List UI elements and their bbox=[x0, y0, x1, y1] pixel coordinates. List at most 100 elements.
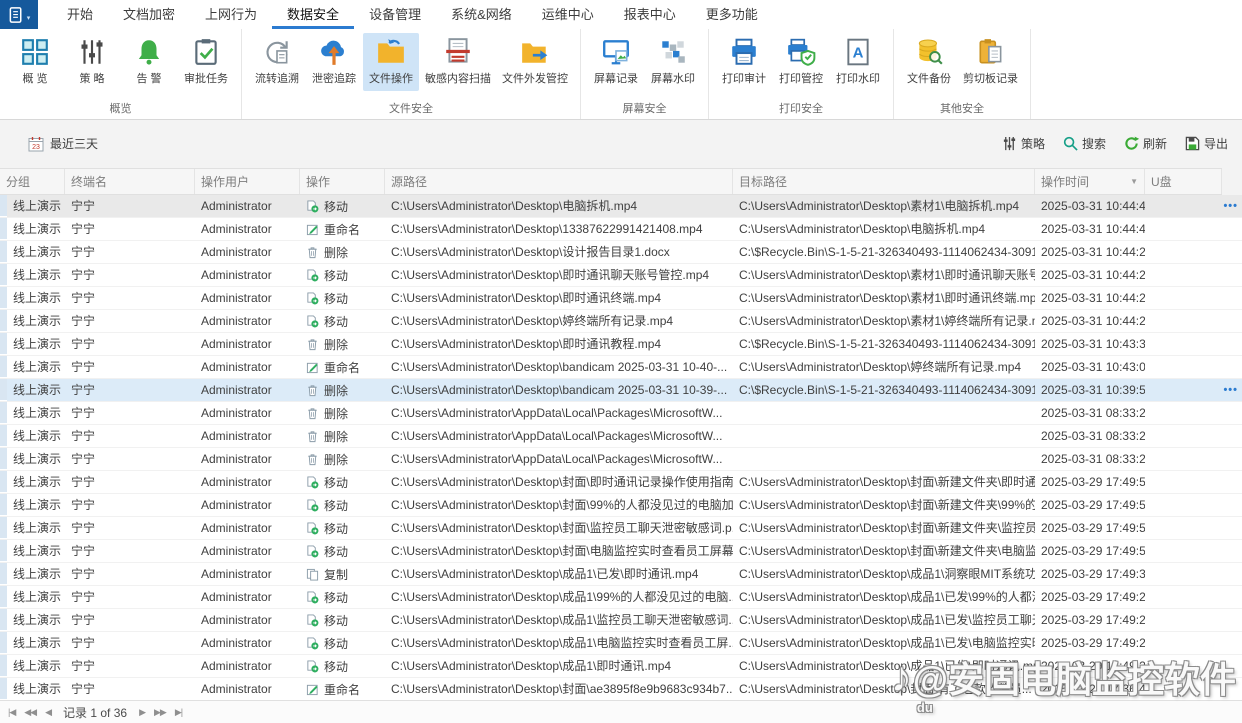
table-row-6[interactable]: 线上演示 宁宁 Administrator 删除 C:\Users\Administra… bbox=[0, 333, 1242, 356]
cell-group: 线上演示 bbox=[13, 199, 62, 213]
ribbon-item-3-2[interactable]: A 打印水印 bbox=[830, 33, 886, 91]
screen-record-icon bbox=[601, 37, 631, 67]
column-header-7[interactable]: U盘 bbox=[1145, 169, 1222, 194]
column-header-4[interactable]: 源路径 bbox=[385, 169, 733, 194]
cell-user: Administrator bbox=[201, 337, 272, 351]
date-filter-button[interactable]: 23 最近三天 bbox=[28, 135, 98, 152]
column-header-3[interactable]: 操作 bbox=[300, 169, 385, 194]
export-icon bbox=[1185, 136, 1200, 151]
tab-5[interactable]: 系统&网络 bbox=[436, 0, 527, 29]
table-row-21[interactable]: 线上演示 宁宁 Administrator 重命名 C:\Users\Administr… bbox=[0, 678, 1242, 700]
table-row-4[interactable]: 线上演示 宁宁 Administrator 移动 C:\Users\Administra… bbox=[0, 287, 1242, 310]
file-backup-icon bbox=[914, 37, 944, 67]
table-row-16[interactable]: 线上演示 宁宁 Administrator 复制 C:\Users\Administra… bbox=[0, 563, 1242, 586]
table-row-10[interactable]: 线上演示 宁宁 Administrator 删除 C:\Users\Administra… bbox=[0, 425, 1242, 448]
ribbon-item-4-0[interactable]: 文件备份 bbox=[901, 33, 957, 91]
cell-usb bbox=[1145, 195, 1222, 217]
table-row-18[interactable]: 线上演示 宁宁 Administrator 移动 C:\Users\Administra… bbox=[0, 609, 1242, 632]
ribbon-item-1-3[interactable]: 敏感内容扫描 bbox=[420, 33, 496, 91]
table-row-13[interactable]: 线上演示 宁宁 Administrator 移动 C:\Users\Administra… bbox=[0, 494, 1242, 517]
table-row-3[interactable]: 线上演示 宁宁 Administrator 移动 C:\Users\Administra… bbox=[0, 264, 1242, 287]
page-next-icon[interactable]: ▶ bbox=[139, 707, 146, 718]
cell-time: 2025-03-31 10:39:50 bbox=[1041, 383, 1145, 397]
row-gutter bbox=[0, 379, 7, 401]
cell-user: Administrator bbox=[201, 245, 272, 259]
app-menu-button[interactable]: ▾ bbox=[0, 0, 38, 29]
ribbon-item-3-1[interactable]: 打印管控 bbox=[773, 33, 829, 91]
tab-list: 开始 文档加密 上网行为 数据安全 设备管理 系统&网络 运维中心 报表中心 更多功能 bbox=[52, 0, 773, 29]
page-prev-icon[interactable]: ◀ bbox=[45, 707, 52, 718]
ribbon-item-2-1[interactable]: 屏幕水印 bbox=[645, 33, 701, 91]
toolbar-action-1[interactable]: 搜索 bbox=[1063, 135, 1106, 152]
cell-target-path: C:\Users\Administrator\Desktop\素材1\即时通讯终… bbox=[739, 291, 1035, 305]
row-gutter bbox=[0, 195, 7, 217]
table-row-2[interactable]: 线上演示 宁宁 Administrator 删除 C:\Users\Administra… bbox=[0, 241, 1242, 264]
page-forward-icon[interactable]: ▶▶ bbox=[154, 707, 167, 718]
toolbar-action-2[interactable]: 刷新 bbox=[1124, 135, 1167, 152]
ribbon-item-1-0[interactable]: 流转追溯 bbox=[249, 33, 305, 91]
table-row-9[interactable]: 线上演示 宁宁 Administrator 删除 C:\Users\Administra… bbox=[0, 402, 1242, 425]
column-header-5[interactable]: 目标路径 bbox=[733, 169, 1035, 194]
column-header-0[interactable]: 分组 bbox=[0, 169, 65, 194]
ribbon-group-label: 其他安全 bbox=[940, 103, 984, 115]
column-header-1[interactable]: 终端名 bbox=[65, 169, 195, 194]
table-row-19[interactable]: 线上演示 宁宁 Administrator 移动 C:\Users\Administra… bbox=[0, 632, 1242, 655]
cell-group: 线上演示 bbox=[13, 291, 62, 305]
ribbon-item-4-1[interactable]: 剪切板记录 bbox=[958, 33, 1023, 91]
cell-group: 线上演示 bbox=[13, 613, 62, 627]
column-header-6[interactable]: 操作时间 ▼ bbox=[1035, 169, 1145, 194]
ribbon-item-1-1[interactable]: 泄密追踪 bbox=[306, 33, 362, 91]
ribbon-item-1-4[interactable]: 文件外发管控 bbox=[497, 33, 573, 91]
tab-1[interactable]: 文档加密 bbox=[108, 0, 190, 29]
row-menu-dots[interactable]: ••• bbox=[1223, 195, 1238, 217]
ribbon-item-3-0[interactable]: 打印审计 bbox=[716, 33, 772, 91]
page-rewind-icon[interactable]: ◀◀ bbox=[24, 707, 37, 718]
sort-filter-icon[interactable]: ▼ bbox=[1130, 177, 1138, 186]
tab-8[interactable]: 更多功能 bbox=[691, 0, 773, 29]
ribbon-item-0-0[interactable]: 概 览 bbox=[7, 33, 63, 91]
ribbon-group-label: 文件安全 bbox=[389, 103, 433, 115]
tab-2[interactable]: 上网行为 bbox=[190, 0, 272, 29]
column-header-2[interactable]: 操作用户 bbox=[195, 169, 300, 194]
ribbon-item-1-2[interactable]: 文件操作 bbox=[363, 33, 419, 91]
tab-7[interactable]: 报表中心 bbox=[609, 0, 691, 29]
tab-4[interactable]: 设备管理 bbox=[354, 0, 436, 29]
table-row-1[interactable]: 线上演示 宁宁 Administrator 重命名 C:\Users\Administr… bbox=[0, 218, 1242, 241]
cell-operation: 移动 bbox=[300, 471, 385, 493]
row-menu-dots[interactable]: ••• bbox=[1223, 379, 1238, 401]
tab-6[interactable]: 运维中心 bbox=[527, 0, 609, 29]
table-row-15[interactable]: 线上演示 宁宁 Administrator 移动 C:\Users\Administra… bbox=[0, 540, 1242, 563]
tab-3[interactable]: 数据安全 bbox=[272, 0, 355, 29]
page-last-icon[interactable]: ▶| bbox=[175, 707, 183, 718]
table-row-12[interactable]: 线上演示 宁宁 Administrator 移动 C:\Users\Administra… bbox=[0, 471, 1242, 494]
cell-target-path: C:\Users\Administrator\Desktop\封面\新建文件夹\… bbox=[739, 475, 1035, 489]
cell-time: 2025-03-31 10:44:28 bbox=[1041, 245, 1145, 259]
table-row-14[interactable]: 线上演示 宁宁 Administrator 移动 C:\Users\Administra… bbox=[0, 517, 1242, 540]
table-row-5[interactable]: 线上演示 宁宁 Administrator 移动 C:\Users\Administra… bbox=[0, 310, 1242, 333]
table-row-7[interactable]: 线上演示 宁宁 Administrator 重命名 C:\Users\Administr… bbox=[0, 356, 1242, 379]
cell-group: 线上演示 bbox=[13, 636, 62, 650]
move-file-icon bbox=[306, 590, 319, 604]
cell-target-path: C:\Users\Administrator\Desktop\成品1\已发\监控… bbox=[739, 613, 1035, 627]
cell-terminal: 宁宁 bbox=[71, 475, 96, 489]
table-row-0[interactable]: 线上演示 宁宁 Administrator 移动 C:\Users\Administra… bbox=[0, 195, 1242, 218]
cell-source-path: C:\Users\Administrator\Desktop\bandicam … bbox=[391, 383, 728, 397]
ribbon-item-0-1[interactable]: 策 略 bbox=[64, 33, 120, 91]
cell-user: Administrator bbox=[201, 521, 272, 535]
table-row-17[interactable]: 线上演示 宁宁 Administrator 移动 C:\Users\Administra… bbox=[0, 586, 1242, 609]
table-row-8[interactable]: 线上演示 宁宁 Administrator 删除 C:\Users\Administra… bbox=[0, 379, 1242, 402]
toolbar-action-0[interactable]: 策略 bbox=[1002, 135, 1045, 152]
ribbon-item-0-3[interactable]: 审批任务 bbox=[178, 33, 234, 91]
ribbon-item-0-2[interactable]: 告 警 bbox=[121, 33, 177, 91]
page-first-icon[interactable]: |◀ bbox=[8, 707, 16, 718]
ribbon-item-label: 打印管控 bbox=[779, 73, 823, 85]
cell-terminal: 宁宁 bbox=[71, 406, 96, 420]
table-row-20[interactable]: 线上演示 宁宁 Administrator 移动 C:\Users\Administra… bbox=[0, 655, 1242, 678]
move-file-icon bbox=[306, 636, 319, 650]
table-row-11[interactable]: 线上演示 宁宁 Administrator 删除 C:\Users\Administra… bbox=[0, 448, 1242, 471]
toolbar-action-3[interactable]: 导出 bbox=[1185, 135, 1228, 152]
tab-0[interactable]: 开始 bbox=[52, 0, 108, 29]
ribbon-item-2-0[interactable]: 屏幕记录 bbox=[588, 33, 644, 91]
cell-group: 线上演示 bbox=[13, 429, 62, 443]
search-icon bbox=[1063, 136, 1078, 151]
